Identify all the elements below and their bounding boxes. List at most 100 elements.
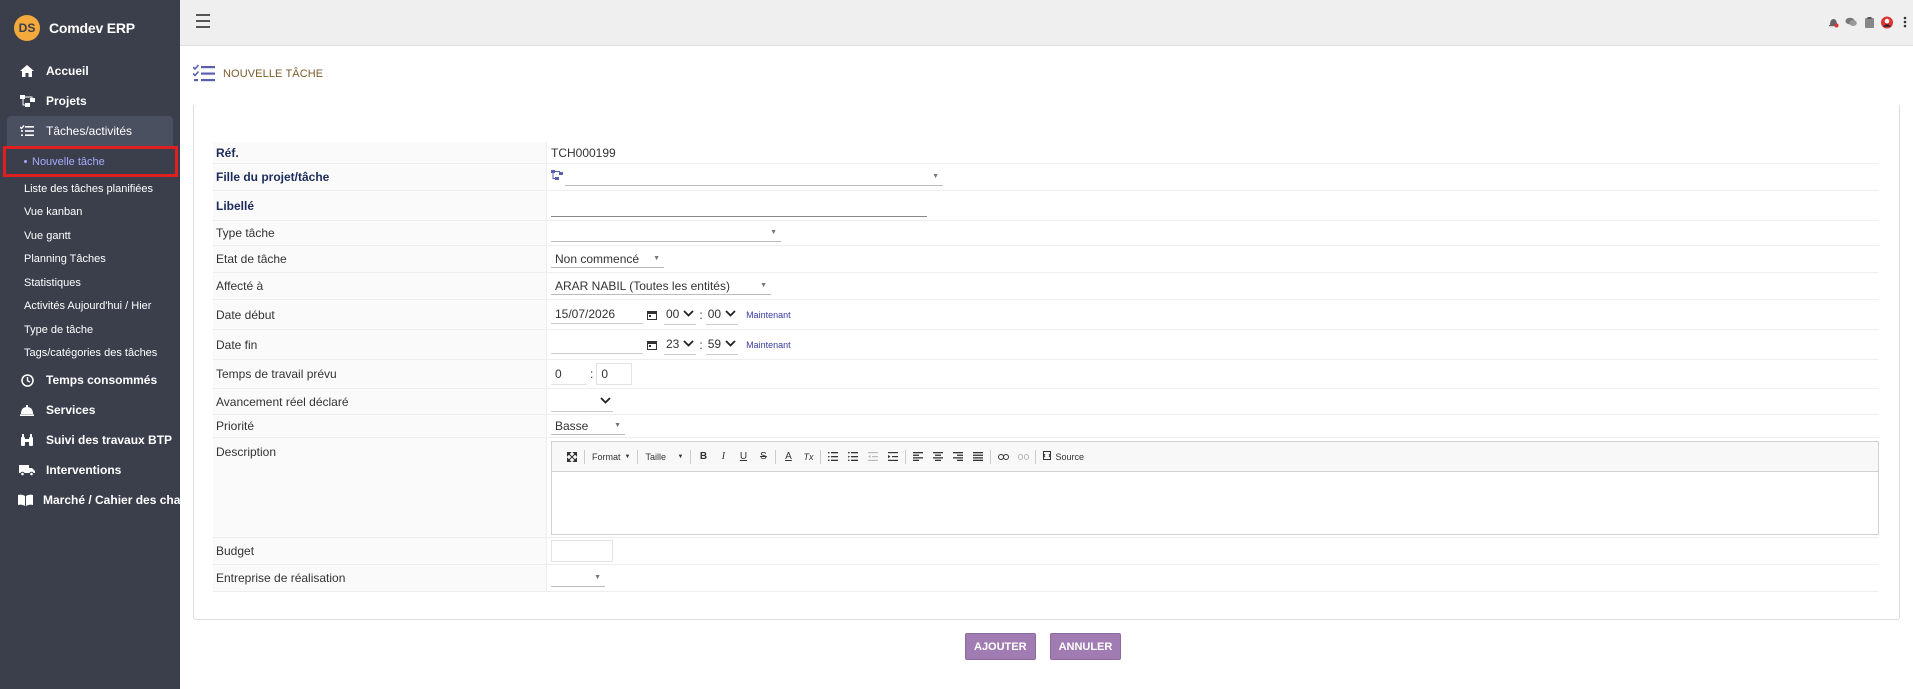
maximize-icon[interactable]	[562, 448, 582, 466]
task-list-icon	[18, 124, 36, 138]
underline-button[interactable]: U	[733, 448, 753, 466]
hamburger-menu-icon[interactable]	[196, 14, 210, 28]
sidebar-subitem-activites[interactable]: Activités Aujourd'hui / Hier	[0, 295, 180, 319]
avatar[interactable]	[1881, 16, 1893, 28]
sidebar-subitem-vue-kanban[interactable]: Vue kanban	[0, 201, 180, 225]
sidebar-item-taches[interactable]: Tâches/activités	[7, 116, 173, 146]
task-list-icon	[192, 64, 215, 84]
etat-select[interactable]: Non commencé ▼	[551, 250, 664, 268]
brand[interactable]: DS Comdev ERP	[0, 0, 180, 56]
sidebar-subitem-vue-gantt[interactable]: Vue gantt	[0, 224, 180, 248]
sidebar-item-interventions[interactable]: Interventions	[0, 455, 180, 485]
row-ref: Réf. TCH000199	[213, 142, 1879, 164]
sidebar-subitem-statistiques[interactable]: Statistiques	[0, 271, 180, 295]
align-right-icon[interactable]	[948, 448, 968, 466]
size-dropdown[interactable]: Taille ▼	[640, 448, 688, 466]
sidebar-subitem-type-tache[interactable]: Type de tâche	[0, 318, 180, 342]
type-select[interactable]: ▼	[551, 224, 781, 242]
more-vertical-icon[interactable]	[1899, 16, 1911, 28]
sidebar-item-label: Tâches/activités	[46, 124, 133, 138]
brand-logo: DS	[14, 15, 40, 41]
libelle-input[interactable]	[551, 195, 927, 217]
page-heading: NOUVELLE TÂCHE	[192, 64, 323, 84]
caret-down-icon: ▼	[932, 173, 939, 180]
sidebar-item-label: Accueil	[46, 64, 89, 78]
clipboard-icon[interactable]	[1863, 16, 1875, 28]
remove-format-button[interactable]: Tx	[798, 448, 818, 466]
sidebar-subitem-tags[interactable]: Tags/catégories des tâches	[0, 342, 180, 366]
field-label: Libellé	[213, 191, 547, 220]
budget-input[interactable]	[551, 540, 613, 562]
caret-down-icon: ▼	[594, 574, 601, 581]
row-parent: Fille du projet/tâche ▼	[213, 164, 1879, 191]
row-budget: Budget	[213, 538, 1879, 565]
rich-text-editor: Format ▼ Taille ▼ B I U S A Tx Source	[551, 441, 1879, 535]
notification-bell-icon[interactable]	[1827, 16, 1839, 28]
sidebar-item-label: Suivi des travaux BTP	[46, 433, 173, 447]
date-debut-input[interactable]: 15/07/2026	[551, 306, 643, 324]
entreprise-select[interactable]: ▼	[551, 569, 605, 587]
project-tree-icon	[18, 94, 36, 108]
sidebar-item-temps[interactable]: Temps consommés	[0, 365, 180, 395]
cancel-button[interactable]: ANNULER	[1049, 633, 1122, 660]
bullet-list-icon[interactable]	[843, 448, 863, 466]
calendar-icon[interactable]	[647, 310, 657, 320]
ref-value: TCH000199	[547, 142, 1879, 163]
chevron-down-icon	[725, 339, 736, 350]
affecte-select[interactable]: ARAR NABIL (Toutes les entités) ▼	[551, 277, 771, 295]
source-button[interactable]: Source	[1038, 448, 1089, 466]
field-label: Date fin	[213, 330, 547, 359]
source-icon	[1043, 451, 1052, 462]
sidebar-item-accueil[interactable]: Accueil	[0, 56, 180, 86]
sidebar-subitem-nouvelle-tache[interactable]: Nouvelle tâche	[3, 146, 178, 177]
now-link[interactable]: Maintenant	[746, 310, 791, 320]
now-link[interactable]: Maintenant	[746, 340, 791, 350]
date-debut-hour-select[interactable]: 00	[664, 305, 697, 325]
avancement-select[interactable]	[551, 392, 613, 412]
row-libelle: Libellé	[213, 191, 1879, 221]
outdent-icon[interactable]	[863, 448, 883, 466]
parent-select[interactable]: ▼	[565, 168, 943, 186]
bold-button[interactable]: B	[693, 448, 713, 466]
home-icon	[18, 64, 36, 78]
sidebar-subitem-label: Nouvelle tâche	[32, 155, 105, 168]
date-fin-input[interactable]	[551, 336, 643, 354]
sidebar-subitem-liste-taches[interactable]: Liste des tâches planifiées	[0, 177, 180, 201]
sidebar-item-services[interactable]: Services	[0, 395, 180, 425]
caret-down-icon: ▼	[770, 229, 777, 236]
numbered-list-icon[interactable]	[823, 448, 843, 466]
date-fin-hour-select[interactable]: 23	[664, 335, 697, 355]
date-fin-minute-select[interactable]: 59	[705, 335, 739, 355]
add-button[interactable]: AJOUTER	[965, 633, 1036, 660]
sidebar-item-label: Projets	[46, 94, 87, 108]
align-center-icon[interactable]	[928, 448, 948, 466]
etat-field: Non commencé ▼	[547, 246, 1879, 272]
sidebar-item-marche[interactable]: Marché / Cahier des charg	[0, 485, 180, 515]
row-date-fin: Date fin 23 : 59 Maintenant	[213, 330, 1879, 360]
calendar-icon[interactable]	[647, 340, 657, 350]
sidebar-item-projets[interactable]: Projets	[0, 86, 180, 116]
description-editor-area[interactable]	[552, 472, 1878, 534]
field-label: Temps de travail prévu	[213, 360, 547, 388]
strikethrough-button[interactable]: S	[753, 448, 773, 466]
text-color-button[interactable]: A	[778, 448, 798, 466]
form-actions: AJOUTER ANNULER	[965, 633, 1122, 660]
chat-icon[interactable]	[1845, 16, 1857, 28]
date-debut-minute-select[interactable]: 00	[705, 305, 739, 325]
format-dropdown[interactable]: Format ▼	[587, 448, 635, 466]
sidebar-item-suivi-btp[interactable]: Suivi des travaux BTP	[0, 425, 180, 455]
sidebar-item-label: Services	[46, 403, 96, 417]
sidebar-subitem-planning[interactable]: Planning Tâches	[0, 248, 180, 272]
unlink-icon[interactable]	[1013, 448, 1033, 466]
caret-down-icon: ▼	[760, 282, 767, 289]
priorite-select[interactable]: Basse ▼	[551, 417, 625, 435]
align-left-icon[interactable]	[908, 448, 928, 466]
temps-minutes-input[interactable]: 0	[596, 363, 633, 385]
row-type: Type tâche ▼	[213, 221, 1879, 246]
align-justify-icon[interactable]	[968, 448, 988, 466]
link-icon[interactable]	[993, 448, 1013, 466]
italic-button[interactable]: I	[713, 448, 733, 466]
temps-hours-input[interactable]: 0	[551, 363, 587, 385]
indent-icon[interactable]	[883, 448, 903, 466]
field-label: Date début	[213, 300, 547, 329]
